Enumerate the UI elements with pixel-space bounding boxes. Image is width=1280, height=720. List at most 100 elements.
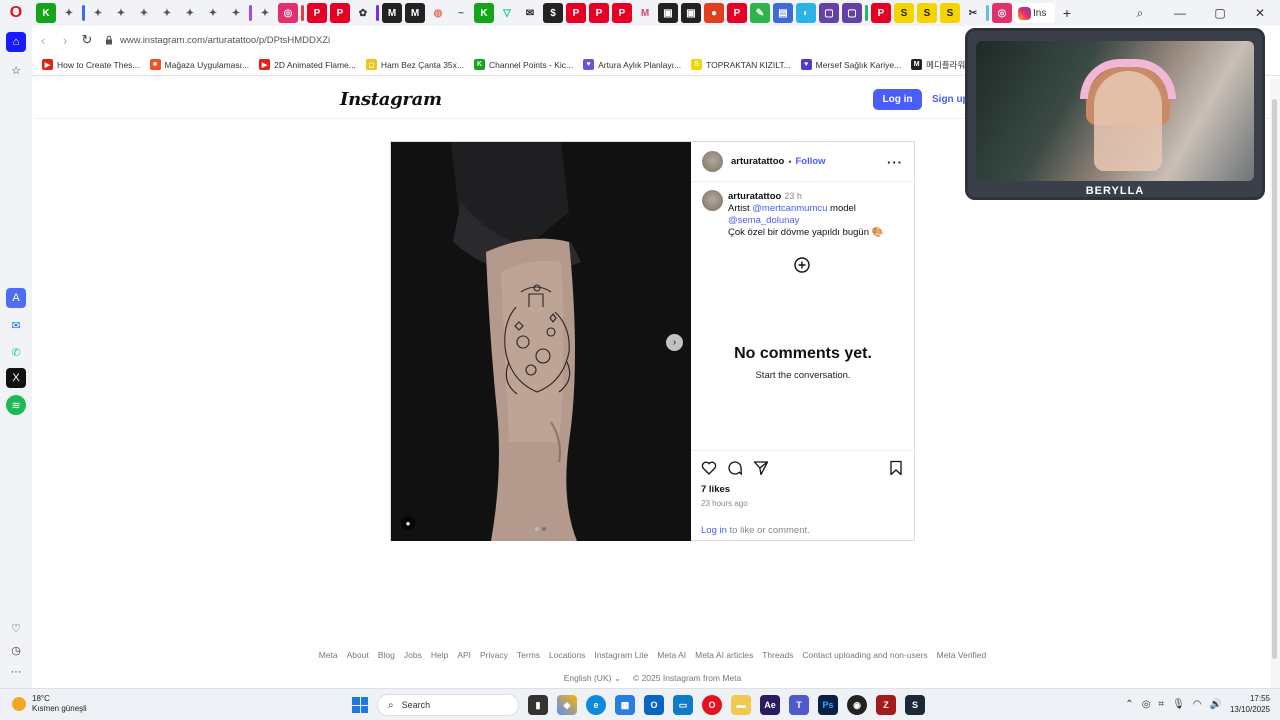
minimize-icon[interactable]: — [1160, 0, 1200, 26]
home-icon[interactable]: ⌂ [6, 32, 26, 52]
tab-misc[interactable]: S [917, 3, 937, 23]
tab-instagram[interactable]: ◎ [992, 3, 1012, 23]
tab-misc[interactable]: ▣ [658, 3, 678, 23]
bookmark-item[interactable]: ♥ Mersef Sağlık Kariye... [800, 59, 901, 70]
footer-link[interactable]: Jobs [404, 650, 422, 660]
x-twitter-icon[interactable]: X [6, 368, 26, 388]
tab-pinterest[interactable]: P [307, 3, 327, 23]
maximize-icon[interactable]: ▢ [1200, 0, 1240, 26]
caption-username[interactable]: arturatattoo [728, 191, 781, 202]
more-icon[interactable]: ··· [6, 662, 26, 682]
mention-link[interactable]: @mertcanmumcu [752, 203, 827, 214]
messenger-icon[interactable]: ✉ [6, 315, 26, 335]
reload-button[interactable]: ↻ [76, 29, 98, 51]
file-explorer-icon[interactable]: ▬ [731, 695, 751, 715]
footer-link[interactable]: Meta Verified [937, 650, 987, 660]
tab-pinterest[interactable]: P [612, 3, 632, 23]
tab-misc[interactable]: ● [704, 3, 724, 23]
heart-icon[interactable]: ♡ [6, 618, 26, 638]
tab-misc[interactable]: ✉ [520, 3, 540, 23]
footer-link[interactable]: Contact uploading and non-users [802, 650, 927, 660]
chevron-up-icon[interactable]: ⌃ [1125, 699, 1133, 710]
bookmark-item[interactable]: M 메디플라워 [911, 59, 965, 71]
new-tab-button[interactable]: + [1058, 4, 1076, 22]
tab-capcut[interactable]: ✂ [963, 3, 983, 23]
likes-count[interactable]: 7 likes [701, 484, 730, 495]
login-button[interactable]: Log in [873, 89, 922, 110]
tab-misc[interactable]: S [940, 3, 960, 23]
bookmark-item[interactable]: ♥ Artura Aylık Planlayı... [583, 59, 681, 70]
teams-icon[interactable]: T [789, 695, 809, 715]
filezilla-icon[interactable]: Z [876, 695, 896, 715]
tab-misc[interactable]: ▣ [681, 3, 701, 23]
tab-pinterest[interactable]: P [566, 3, 586, 23]
footer-link[interactable]: Threads [762, 650, 793, 660]
footer-link[interactable]: Help [431, 650, 448, 660]
tab-pinned[interactable]: ✦ [134, 3, 154, 23]
tab-pinned[interactable]: ✦ [226, 3, 246, 23]
add-plus-circle-icon[interactable] [794, 257, 810, 273]
whatsapp-icon[interactable]: ✆ [6, 342, 26, 362]
star-icon[interactable]: ☆ [6, 60, 26, 80]
bookmark-item[interactable]: ▶ 2D Animated Flame... [259, 59, 356, 70]
footer-link[interactable]: Privacy [480, 650, 508, 660]
next-image-button[interactable]: › [666, 334, 683, 351]
tab-kick[interactable]: K [36, 3, 56, 23]
history-icon[interactable]: ◷ [6, 640, 26, 660]
scrollbar-thumb[interactable] [1272, 99, 1277, 659]
store-icon[interactable]: ▦ [615, 695, 635, 715]
back-button[interactable]: ‹ [32, 29, 54, 51]
tab-instagram[interactable]: ◎ [278, 3, 298, 23]
tab-pinterest[interactable]: P [871, 3, 891, 23]
tab-pinned[interactable]: ✦ [59, 3, 79, 23]
post-image[interactable]: › ● [391, 142, 691, 541]
tab-kick[interactable]: K [474, 3, 494, 23]
tagged-users-icon[interactable]: ● [401, 516, 415, 530]
tray-app-icon[interactable]: ◎ [1142, 699, 1151, 710]
tab-pinned[interactable]: ✦ [203, 3, 223, 23]
aria-icon[interactable]: A [6, 288, 26, 308]
spotify-icon[interactable]: ≋ [6, 395, 26, 415]
tab-pinned[interactable]: ✦ [180, 3, 200, 23]
tab-misc[interactable]: ◐ [796, 3, 816, 23]
tab-misc[interactable]: ▽ [497, 3, 517, 23]
volume-icon[interactable]: 🔊 [1210, 699, 1222, 710]
avatar[interactable] [702, 190, 723, 211]
tab-misc[interactable]: ~ [451, 3, 471, 23]
obs-icon[interactable]: ◉ [847, 695, 867, 715]
remote-desktop-icon[interactable]: ▭ [673, 695, 693, 715]
follow-button[interactable]: Follow [795, 156, 825, 167]
task-view-icon[interactable]: ▮ [528, 695, 548, 715]
footer-link[interactable]: Blog [378, 650, 395, 660]
tab-pinned[interactable]: ✦ [157, 3, 177, 23]
edge-icon[interactable]: e [586, 695, 606, 715]
bookmark-item[interactable]: ◻ Ham Bez Çanta 35x... [365, 59, 464, 70]
tab-pinterest[interactable]: P [727, 3, 747, 23]
save-bookmark-button[interactable] [888, 460, 904, 481]
bookmark-item[interactable]: K Channel Points - Kic... [474, 59, 573, 70]
bookmark-item[interactable]: ▶ How to Create Thes... [42, 59, 140, 70]
tab-misc[interactable]: ▤ [773, 3, 793, 23]
tab-pinterest[interactable]: P [589, 3, 609, 23]
opera-menu-icon[interactable]: O [0, 0, 32, 26]
copilot-icon[interactable]: ◆ [557, 695, 577, 715]
comment-icon[interactable] [727, 460, 743, 476]
footer-link[interactable]: Terms [517, 650, 540, 660]
tab-pinned[interactable]: ✦ [255, 3, 275, 23]
avatar[interactable] [702, 151, 723, 172]
steam-icon[interactable]: S [905, 695, 925, 715]
post-username[interactable]: arturatattoo [731, 156, 784, 167]
tab-misc[interactable]: ◍ [428, 3, 448, 23]
weather-widget[interactable]: 18°C Kısmen güneşli [12, 694, 87, 714]
microphone-icon[interactable]: 🎙 [1172, 699, 1185, 710]
tab-gmail[interactable]: M [635, 3, 655, 23]
instagram-logo[interactable]: Instagram [340, 89, 442, 110]
tab-twitch[interactable]: ▢ [819, 3, 839, 23]
tab-misc[interactable]: $ [543, 3, 563, 23]
tab-pinned[interactable]: ✦ [88, 3, 108, 23]
opera-icon[interactable]: O [702, 695, 722, 715]
taskbar-search[interactable]: ⌕ Search [377, 694, 519, 716]
url-field[interactable]: www.instagram.com/arturatattoo/p/DPtsHMD… [104, 35, 330, 46]
more-options-icon[interactable]: ··· [887, 155, 903, 170]
tab-chatgpt[interactable]: ✿ [353, 3, 373, 23]
